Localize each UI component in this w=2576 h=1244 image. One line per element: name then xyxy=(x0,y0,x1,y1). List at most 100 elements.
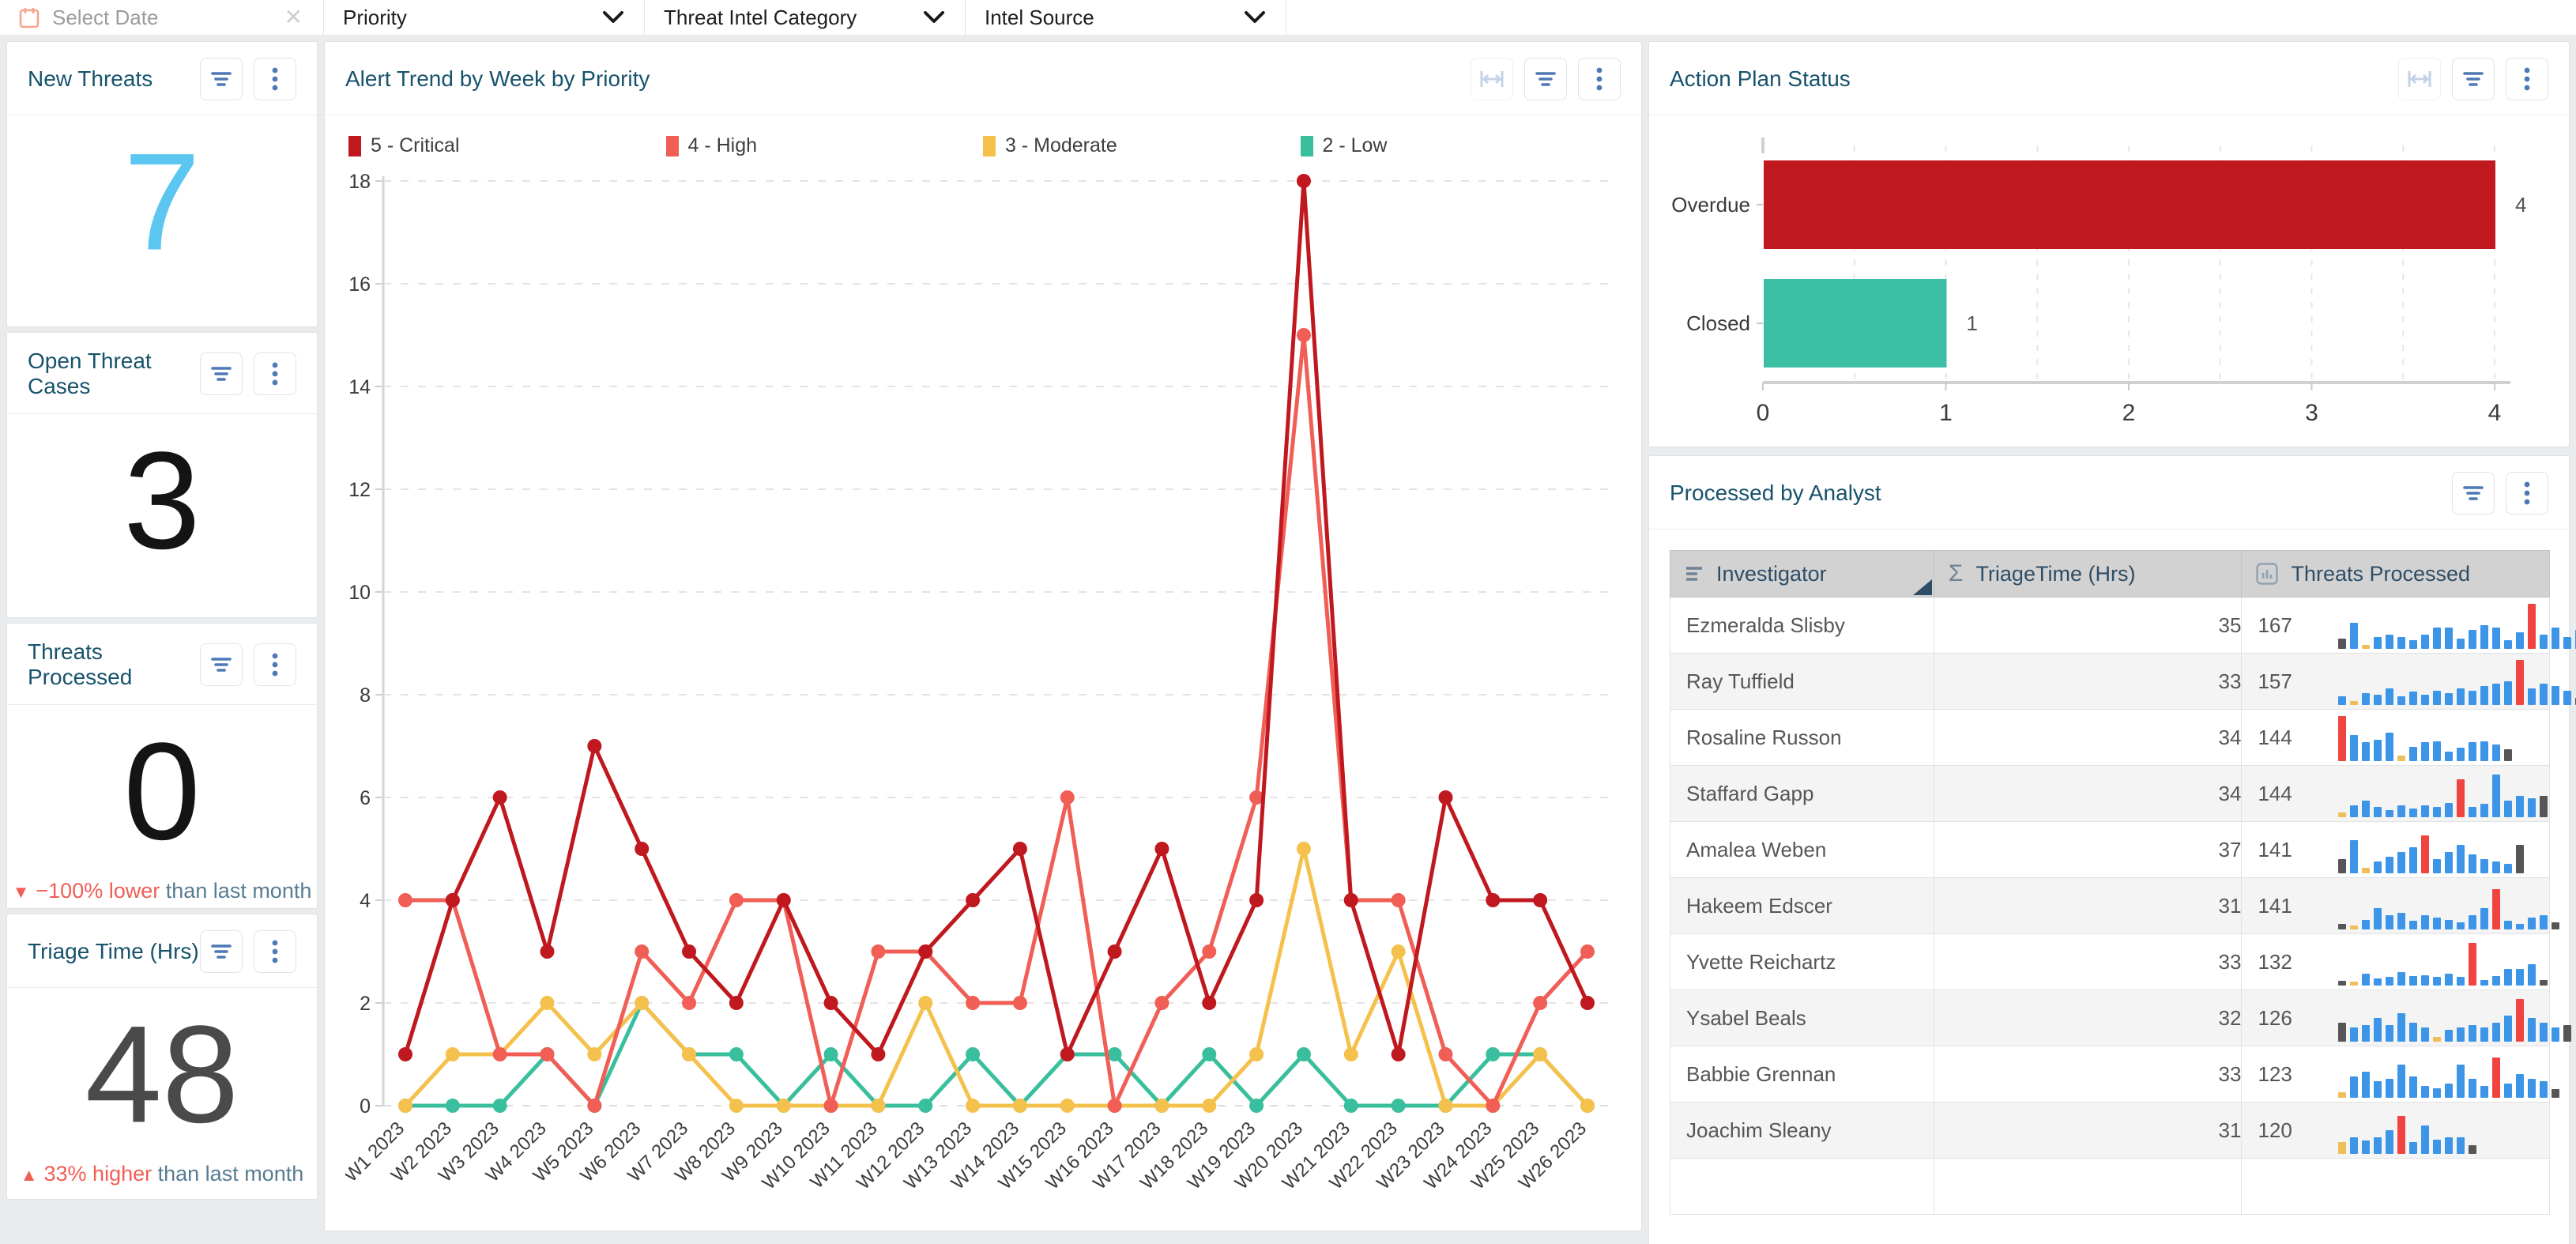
data-point[interactable] xyxy=(682,1047,696,1061)
table-row[interactable]: Rosaline Russon34144 xyxy=(1670,710,2550,766)
data-point[interactable] xyxy=(966,1047,980,1061)
data-point[interactable] xyxy=(918,944,932,959)
data-point[interactable] xyxy=(1249,893,1264,907)
data-point[interactable] xyxy=(1486,893,1500,907)
data-point[interactable] xyxy=(587,739,601,753)
legend-item[interactable]: 5 - Critical xyxy=(348,134,666,157)
data-point[interactable] xyxy=(635,996,649,1010)
data-point[interactable] xyxy=(1154,842,1169,856)
data-point[interactable] xyxy=(1438,1099,1452,1113)
data-point[interactable] xyxy=(1580,1099,1595,1113)
data-point[interactable] xyxy=(1154,1099,1169,1113)
more-options-button[interactable] xyxy=(1578,58,1621,100)
table-row[interactable]: Ray Tuffield33157 xyxy=(1670,654,2550,710)
expand-button[interactable] xyxy=(2398,58,2441,100)
data-point[interactable] xyxy=(1533,996,1547,1010)
table-row[interactable]: Amalea Weben37141 xyxy=(1670,822,2550,878)
data-point[interactable] xyxy=(1013,1099,1027,1113)
data-point[interactable] xyxy=(398,1047,412,1061)
data-point[interactable] xyxy=(1486,1047,1500,1061)
column-header-investigator[interactable]: Investigator xyxy=(1670,551,1934,597)
data-point[interactable] xyxy=(682,944,696,959)
data-point[interactable] xyxy=(1060,1047,1075,1061)
data-point[interactable] xyxy=(540,944,555,959)
data-point[interactable] xyxy=(635,944,649,959)
data-point[interactable] xyxy=(824,996,838,1010)
filter-button[interactable] xyxy=(2452,472,2495,515)
data-point[interactable] xyxy=(587,1047,601,1061)
date-filter[interactable]: Select Date ✕ xyxy=(0,0,324,35)
data-point[interactable] xyxy=(1249,1099,1264,1113)
intel-source-dropdown[interactable]: Intel Source xyxy=(966,0,1286,35)
data-point[interactable] xyxy=(918,996,932,1010)
table-row[interactable]: Ysabel Beals32126 xyxy=(1670,990,2550,1046)
data-point[interactable] xyxy=(1249,1047,1264,1061)
data-point[interactable] xyxy=(1060,790,1075,805)
data-point[interactable] xyxy=(1013,996,1027,1010)
table-row[interactable]: Hakeem Edscer31141 xyxy=(1670,878,2550,934)
column-header-triagetime-hrs-[interactable]: ΣTriageTime (Hrs) xyxy=(1934,551,2242,597)
data-point[interactable] xyxy=(871,1099,885,1113)
data-point[interactable] xyxy=(1392,1099,1406,1113)
data-point[interactable] xyxy=(824,1047,838,1061)
legend-item[interactable]: 3 - Moderate xyxy=(983,134,1301,157)
data-point[interactable] xyxy=(1438,1047,1452,1061)
column-header-threats-processed[interactable]: Threats Processed xyxy=(2242,551,2550,597)
more-options-button[interactable] xyxy=(2506,472,2548,515)
data-point[interactable] xyxy=(398,1099,412,1113)
filter-button[interactable] xyxy=(2452,58,2495,100)
table-row[interactable]: Ezmeralda Slisby35167 xyxy=(1670,597,2550,654)
filter-button[interactable] xyxy=(200,643,243,686)
data-point[interactable] xyxy=(1344,893,1358,907)
data-point[interactable] xyxy=(1154,996,1169,1010)
threat-intel-category-dropdown[interactable]: Threat Intel Category xyxy=(645,0,966,35)
data-point[interactable] xyxy=(871,1047,885,1061)
filter-button[interactable] xyxy=(200,352,243,395)
data-point[interactable] xyxy=(1580,944,1595,959)
table-row[interactable]: Yvette Reichartz33132 xyxy=(1670,934,2550,990)
data-point[interactable] xyxy=(635,842,649,856)
more-options-button[interactable] xyxy=(254,58,296,100)
more-options-button[interactable] xyxy=(2506,58,2548,100)
data-point[interactable] xyxy=(1297,174,1311,188)
data-point[interactable] xyxy=(966,1099,980,1113)
expand-button[interactable] xyxy=(1471,58,1513,100)
bar-closed[interactable] xyxy=(1764,279,1947,368)
more-options-button[interactable] xyxy=(254,643,296,686)
data-point[interactable] xyxy=(1108,944,1122,959)
data-point[interactable] xyxy=(493,790,507,805)
data-point[interactable] xyxy=(540,1047,555,1061)
data-point[interactable] xyxy=(1344,1099,1358,1113)
data-point[interactable] xyxy=(1533,1047,1547,1061)
more-options-button[interactable] xyxy=(254,930,296,973)
data-point[interactable] xyxy=(1297,328,1311,342)
data-point[interactable] xyxy=(1202,996,1216,1010)
data-point[interactable] xyxy=(777,893,791,907)
data-point[interactable] xyxy=(446,1047,460,1061)
data-point[interactable] xyxy=(493,1099,507,1113)
data-point[interactable] xyxy=(1438,790,1452,805)
data-point[interactable] xyxy=(587,1099,601,1113)
data-point[interactable] xyxy=(918,1099,932,1113)
data-point[interactable] xyxy=(398,893,412,907)
data-point[interactable] xyxy=(777,1099,791,1113)
data-point[interactable] xyxy=(682,996,696,1010)
table-row[interactable]: Staffard Gapp34144 xyxy=(1670,766,2550,822)
table-row[interactable]: Joachim Sleany31120 xyxy=(1670,1103,2550,1159)
data-point[interactable] xyxy=(446,1099,460,1113)
data-point[interactable] xyxy=(1108,1099,1122,1113)
data-point[interactable] xyxy=(729,996,744,1010)
data-point[interactable] xyxy=(540,996,555,1010)
data-point[interactable] xyxy=(1533,893,1547,907)
data-point[interactable] xyxy=(1297,842,1311,856)
data-point[interactable] xyxy=(1013,842,1027,856)
data-point[interactable] xyxy=(729,1099,744,1113)
filter-button[interactable] xyxy=(1524,58,1567,100)
data-point[interactable] xyxy=(966,893,980,907)
data-point[interactable] xyxy=(729,893,744,907)
data-point[interactable] xyxy=(1580,996,1595,1010)
data-point[interactable] xyxy=(824,1099,838,1113)
data-point[interactable] xyxy=(1202,1047,1216,1061)
data-point[interactable] xyxy=(1202,944,1216,959)
legend-item[interactable]: 2 - Low xyxy=(1301,134,1618,157)
